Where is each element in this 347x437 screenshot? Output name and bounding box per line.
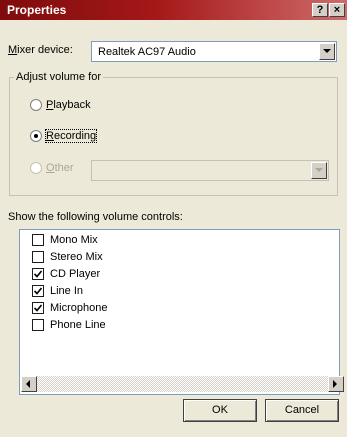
chevron-down-icon [323,49,331,53]
mixer-device-label: Mixer device: [8,44,73,56]
playback-label: Playback [46,99,91,111]
arrow-right-icon [333,380,337,388]
check-icon [34,270,42,278]
other-dropdown-button[interactable] [311,162,327,179]
adjust-volume-legend: Adjust volume for [14,71,103,83]
checkbox[interactable] [32,234,44,246]
check-icon [34,287,42,295]
other-radio[interactable] [30,162,42,174]
window-title: Properties [7,3,67,17]
arrow-left-icon [26,380,30,388]
checkbox[interactable] [32,251,44,263]
other-select[interactable] [91,160,329,181]
playback-option[interactable]: Playback [30,99,110,113]
controls-label: Show the following volume controls: [8,211,183,223]
checkbox[interactable] [32,268,44,280]
recording-option[interactable]: Recording [30,129,120,144]
playback-label-rest: layback [53,99,91,111]
mixer-label-rest: ixer device: [17,44,73,56]
horizontal-scrollbar[interactable] [21,376,344,392]
mixer-dropdown-button[interactable] [319,43,335,60]
scroll-left-button[interactable] [21,376,37,392]
list-item-label: Phone Line [50,319,106,331]
other-label: Other [46,162,74,174]
help-button[interactable]: ? [312,3,328,17]
recording-radio[interactable] [30,130,42,142]
title-bar[interactable]: Properties ? × [0,0,347,20]
list-item-label: Stereo Mix [50,251,103,263]
list-item-label: Microphone [50,302,108,314]
close-button[interactable]: × [329,3,345,17]
scroll-track[interactable] [37,376,328,392]
volume-controls-list[interactable]: Mono Mix Stereo Mix CD Player Line In Microp… [19,229,344,395]
mixer-device-select[interactable]: Realtek AC97 Audio [91,41,337,62]
recording-label-mnemonic: R [46,130,54,142]
check-icon [34,304,42,312]
chevron-down-icon [315,168,323,172]
checkbox[interactable] [32,285,44,297]
playback-radio[interactable] [30,99,42,111]
list-item-label: CD Player [50,268,101,280]
recording-label-rest: ecording [53,130,97,142]
scroll-right-button[interactable] [328,376,344,392]
checkbox[interactable] [32,319,44,331]
other-option[interactable]: Other [30,162,90,176]
other-label-mnemonic: O [46,162,55,174]
checkbox[interactable] [32,302,44,314]
list-item-label: Line In [50,285,84,297]
other-label-rest: ther [54,162,74,174]
list-item-label: Mono Mix [50,234,98,246]
cancel-button[interactable]: Cancel [265,399,339,422]
ok-button[interactable]: OK [183,399,257,422]
mixer-device-value: Realtek AC97 Audio [98,46,196,58]
recording-label: Recording [44,129,98,143]
mixer-label-mnemonic: M [8,44,18,56]
radio-selected-dot [34,134,38,138]
